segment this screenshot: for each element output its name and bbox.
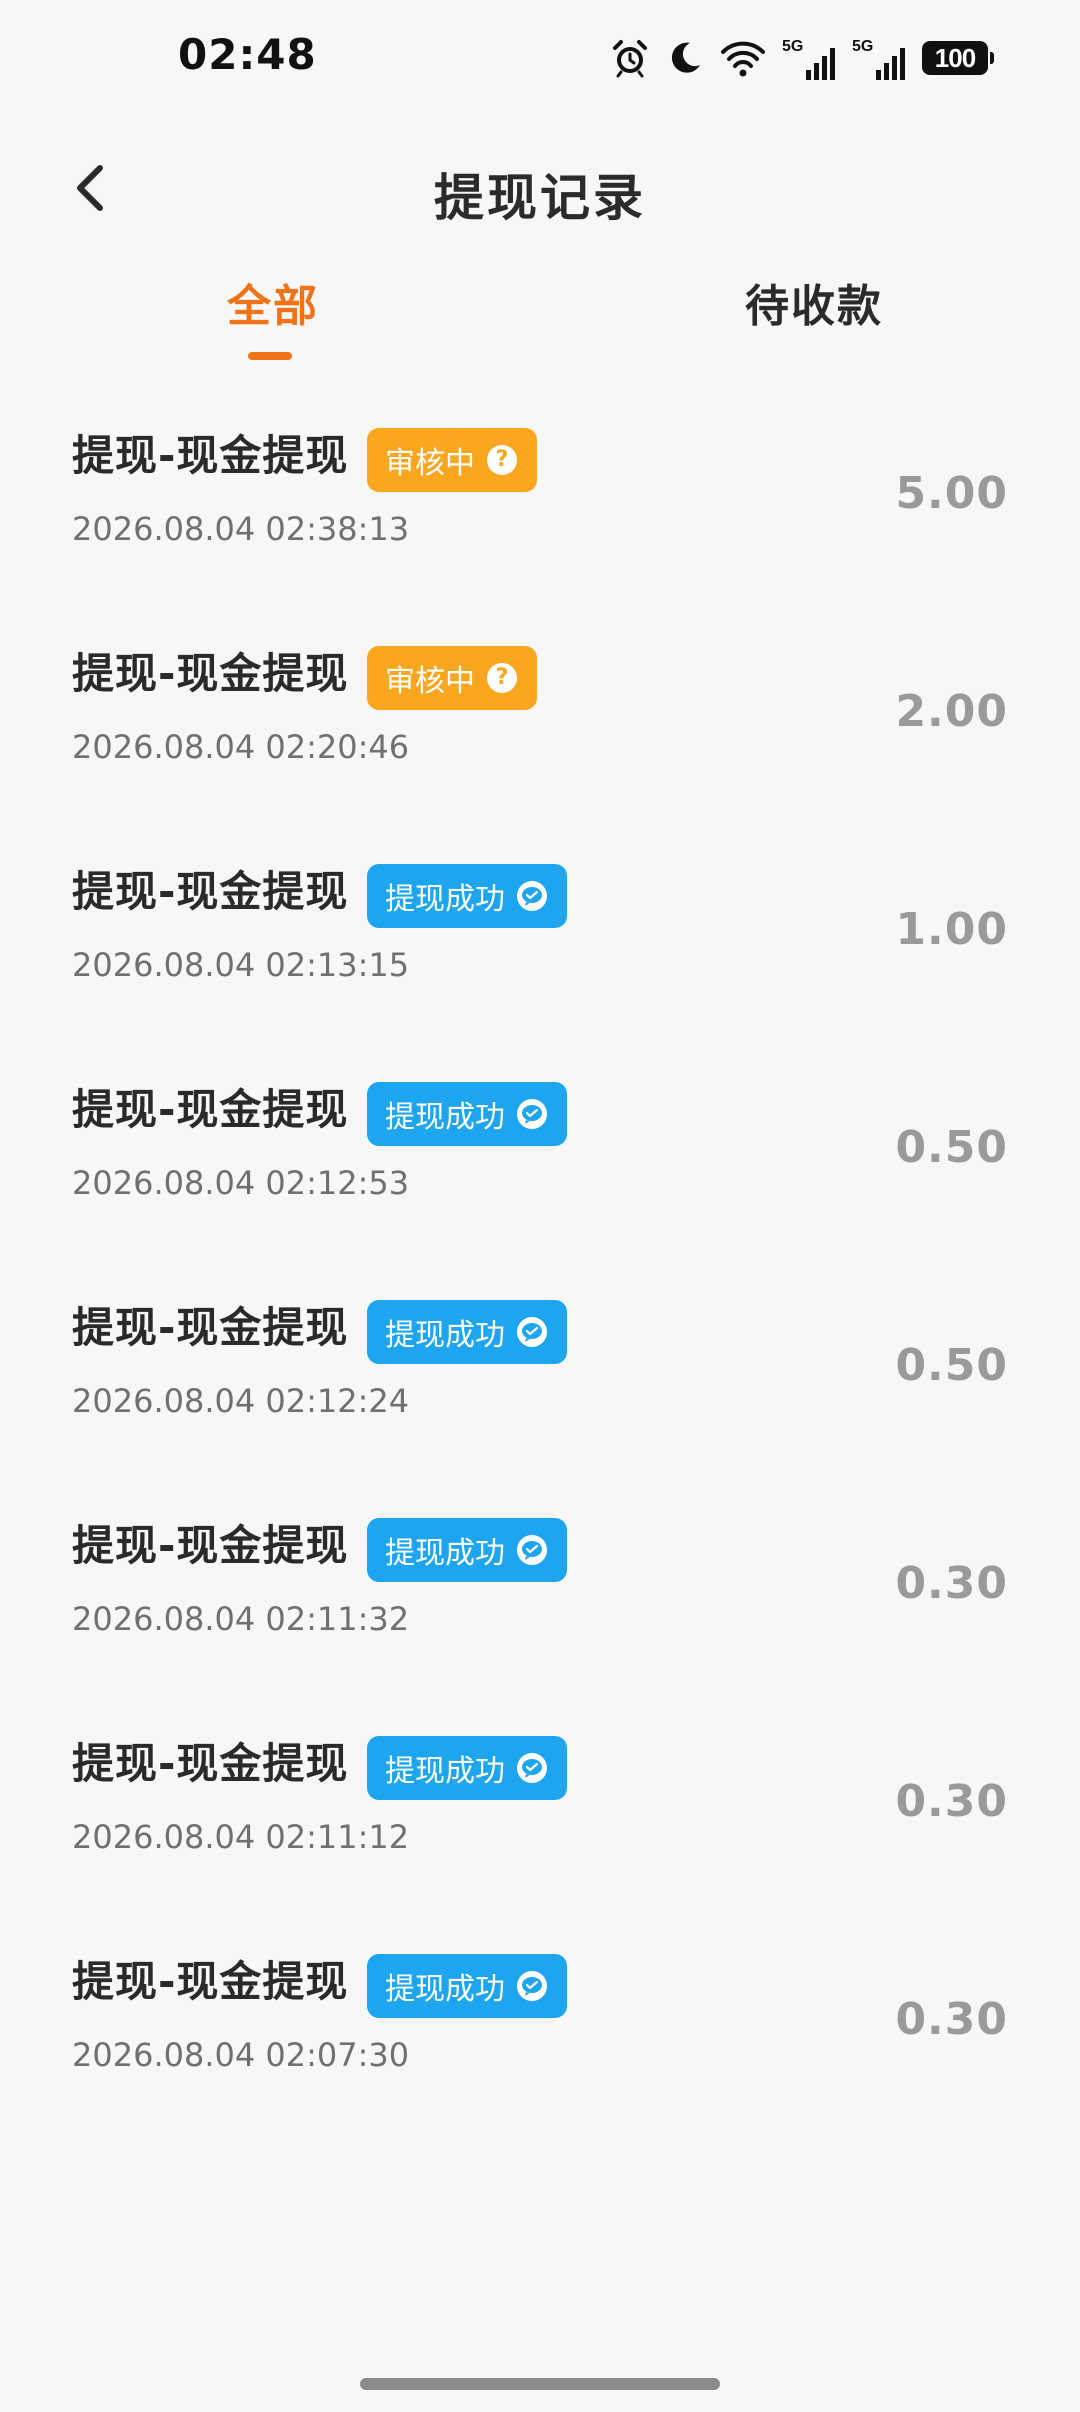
status-icons: 5G 5G 100 bbox=[610, 34, 994, 82]
status-label: 提现成功 bbox=[385, 882, 505, 917]
record-item[interactable]: 提现-现金提现 提现成功 2026.08.04 02:11:32 0.30 bbox=[0, 1500, 1080, 1718]
wechat-icon bbox=[517, 1099, 547, 1129]
status-badge: 提现成功 bbox=[367, 1954, 567, 2018]
record-item[interactable]: 提现-现金提现 提现成功 2026.08.04 02:07:30 0.30 bbox=[0, 1936, 1080, 2154]
record-title: 提现-现金提现 bbox=[72, 649, 349, 698]
record-title: 提现-现金提现 bbox=[72, 867, 349, 916]
question-icon[interactable]: ? bbox=[487, 663, 517, 693]
record-amount: 0.30 bbox=[895, 1994, 1008, 2045]
record-item[interactable]: 提现-现金提现 提现成功 2026.08.04 02:12:53 0.50 bbox=[0, 1064, 1080, 1282]
record-time: 2026.08.04 02:38:13 bbox=[72, 510, 410, 548]
moon-icon bbox=[666, 39, 704, 77]
status-label: 提现成功 bbox=[385, 1754, 505, 1789]
record-time: 2026.08.04 02:13:15 bbox=[72, 946, 410, 984]
status-label: 审核中 bbox=[385, 664, 475, 699]
status-badge: 提现成功 bbox=[367, 1736, 567, 1800]
status-bar: 02:48 5G 5G 100 bbox=[0, 0, 1080, 118]
status-badge: 提现成功 bbox=[367, 1300, 567, 1364]
tab-all[interactable]: 全部 bbox=[227, 270, 319, 334]
battery-icon: 100 bbox=[922, 41, 994, 75]
status-badge: 提现成功 bbox=[367, 864, 567, 928]
wechat-icon bbox=[517, 1317, 547, 1347]
record-time: 2026.08.04 02:12:24 bbox=[72, 1382, 410, 1420]
status-label: 提现成功 bbox=[385, 1100, 505, 1135]
withdrawal-records-list: 提现-现金提现 审核中 ? 2026.08.04 02:38:13 5.00 提… bbox=[0, 410, 1080, 2154]
status-badge: 提现成功 bbox=[367, 1518, 567, 1582]
tab-pending-payment[interactable]: 待收款 bbox=[745, 270, 883, 334]
record-amount: 0.30 bbox=[895, 1776, 1008, 1827]
record-title: 提现-现金提现 bbox=[72, 1085, 349, 1134]
alarm-icon bbox=[610, 38, 650, 78]
record-title: 提现-现金提现 bbox=[72, 1957, 349, 2006]
wechat-icon bbox=[517, 1535, 547, 1565]
wechat-icon bbox=[517, 1971, 547, 2001]
status-badge: 提现成功 bbox=[367, 1082, 567, 1146]
record-item[interactable]: 提现-现金提现 审核中 ? 2026.08.04 02:20:46 2.00 bbox=[0, 628, 1080, 846]
record-amount: 0.50 bbox=[895, 1340, 1008, 1391]
status-badge: 审核中 ? bbox=[367, 428, 537, 492]
record-time: 2026.08.04 02:11:12 bbox=[72, 1818, 410, 1856]
record-amount: 0.50 bbox=[895, 1122, 1008, 1173]
tab-bar: 全部 待收款 bbox=[0, 258, 1080, 368]
question-icon[interactable]: ? bbox=[487, 445, 517, 475]
record-title: 提现-现金提现 bbox=[72, 431, 349, 480]
wifi-icon bbox=[720, 39, 766, 77]
status-label: 提现成功 bbox=[385, 1318, 505, 1353]
record-amount: 2.00 bbox=[895, 686, 1008, 737]
header: 提现记录 bbox=[0, 140, 1080, 236]
record-amount: 5.00 bbox=[895, 468, 1008, 519]
record-item[interactable]: 提现-现金提现 审核中 ? 2026.08.04 02:38:13 5.00 bbox=[0, 410, 1080, 628]
home-indicator[interactable] bbox=[360, 2378, 720, 2390]
record-time: 2026.08.04 02:11:32 bbox=[72, 1600, 410, 1638]
record-title: 提现-现金提现 bbox=[72, 1521, 349, 1570]
page-title: 提现记录 bbox=[434, 169, 646, 227]
record-title: 提现-现金提现 bbox=[72, 1303, 349, 1352]
signal-icon: 5G bbox=[852, 36, 906, 80]
wechat-icon bbox=[517, 881, 547, 911]
status-label: 提现成功 bbox=[385, 1536, 505, 1571]
network-label: 5G bbox=[852, 38, 874, 55]
network-label: 5G bbox=[782, 38, 804, 55]
record-time: 2026.08.04 02:07:30 bbox=[72, 2036, 410, 2074]
signal-icon: 5G bbox=[782, 36, 836, 80]
record-time: 2026.08.04 02:20:46 bbox=[72, 728, 410, 766]
record-item[interactable]: 提现-现金提现 提现成功 2026.08.04 02:12:24 0.50 bbox=[0, 1282, 1080, 1500]
record-amount: 1.00 bbox=[895, 904, 1008, 955]
status-badge: 审核中 ? bbox=[367, 646, 537, 710]
active-tab-indicator bbox=[248, 352, 292, 360]
status-time: 02:48 bbox=[178, 30, 317, 79]
status-label: 提现成功 bbox=[385, 1972, 505, 2007]
record-title: 提现-现金提现 bbox=[72, 1739, 349, 1788]
record-amount: 0.30 bbox=[895, 1558, 1008, 1609]
wechat-icon bbox=[517, 1753, 547, 1783]
record-time: 2026.08.04 02:12:53 bbox=[72, 1164, 410, 1202]
status-label: 审核中 bbox=[385, 446, 475, 481]
record-item[interactable]: 提现-现金提现 提现成功 2026.08.04 02:13:15 1.00 bbox=[0, 846, 1080, 1064]
record-item[interactable]: 提现-现金提现 提现成功 2026.08.04 02:11:12 0.30 bbox=[0, 1718, 1080, 1936]
